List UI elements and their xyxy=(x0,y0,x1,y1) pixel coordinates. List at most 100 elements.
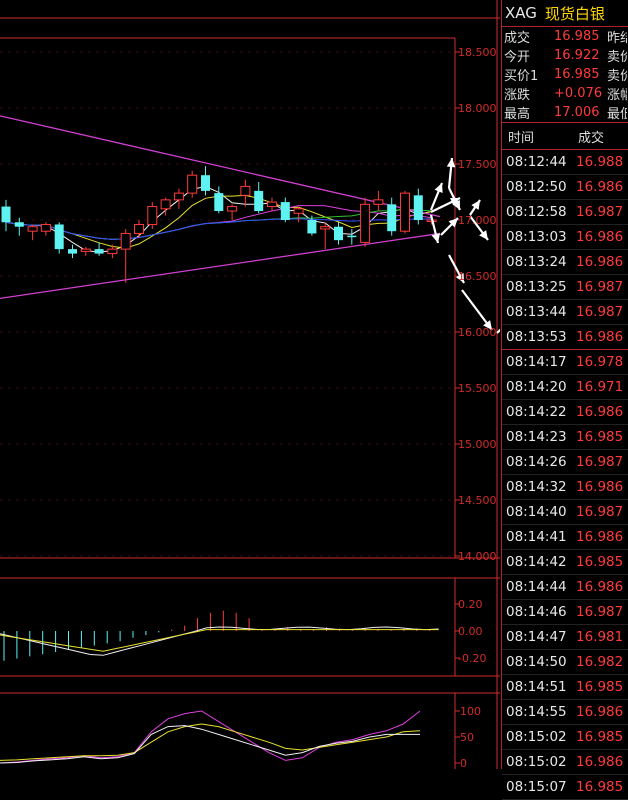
quote-value: 16.985 xyxy=(554,29,600,44)
tick-price: 16.986 xyxy=(576,579,624,595)
candle-body xyxy=(80,248,91,252)
candle-body xyxy=(334,226,343,241)
quote-right-label: 最低 xyxy=(607,107,627,122)
quote-label: 买价1 xyxy=(504,69,539,84)
tick-row[interactable]: 08:13:44 16.987 xyxy=(502,300,628,325)
quote-right-label: 涨幅 xyxy=(607,88,627,103)
tick-row[interactable]: 08:14:17 16.978 xyxy=(502,350,628,375)
tick-row[interactable]: 08:15:07 16.985 xyxy=(502,775,628,800)
tick-time: 08:15:07 xyxy=(506,779,567,795)
tick-row[interactable]: 08:15:02 16.985 xyxy=(502,725,628,750)
tick-time: 08:14:51 xyxy=(506,679,567,695)
tick-price: 16.985 xyxy=(576,679,624,695)
candle-body xyxy=(307,220,317,234)
tick-list[interactable]: 08:12:44 16.988 08:12:50 16.986 08:12:58 16.9… xyxy=(502,150,628,800)
tick-time: 08:14:41 xyxy=(506,529,567,545)
tick-row[interactable]: 08:14:50 16.982 xyxy=(502,650,628,675)
quote-panel: XAG 现货白银 成交 16.985 昨结 今开 16.922 卖价 买价1 16.985 卖价… xyxy=(501,0,628,800)
candle-body xyxy=(400,192,410,232)
candle-body xyxy=(267,201,277,208)
candle-body xyxy=(240,185,251,196)
quote-label: 最高 xyxy=(504,107,531,122)
tick-price: 16.978 xyxy=(576,354,624,370)
tick-price: 16.985 xyxy=(576,779,624,795)
tick-row[interactable]: 08:12:58 16.987 xyxy=(502,200,628,225)
tick-row[interactable]: 08:13:24 16.986 xyxy=(502,250,628,275)
candle-body xyxy=(68,249,77,254)
tick-row[interactable]: 08:12:44 16.988 xyxy=(502,150,628,175)
tick-row[interactable]: 08:14:55 16.986 xyxy=(502,700,628,725)
candle-body xyxy=(201,175,210,191)
tick-row[interactable]: 08:13:03 16.986 xyxy=(502,225,628,250)
tick-table-header: 时间 成交 xyxy=(502,122,628,150)
candle-body xyxy=(54,224,64,250)
tick-row[interactable]: 08:14:51 16.985 xyxy=(502,675,628,700)
tick-row[interactable]: 08:15:02 16.986 xyxy=(502,750,628,775)
y-tick-label: 18.000 xyxy=(458,102,497,115)
tick-row[interactable]: 08:14:40 16.987 xyxy=(502,500,628,525)
kdj-tick-label: 50 xyxy=(460,731,474,744)
tick-row[interactable]: 08:14:20 16.971 xyxy=(502,375,628,400)
quote-right-label: 昨结 xyxy=(607,31,627,46)
candle-body xyxy=(373,199,384,205)
tick-price: 16.981 xyxy=(576,629,624,645)
tick-row[interactable]: 08:14:22 16.986 xyxy=(502,400,628,425)
tick-row[interactable]: 08:14:32 16.986 xyxy=(502,475,628,500)
tick-price: 16.971 xyxy=(576,379,624,395)
candle-body xyxy=(27,226,38,232)
y-tick-label: 17.500 xyxy=(458,158,497,171)
candle-body xyxy=(387,204,397,232)
tick-time: 08:12:44 xyxy=(506,154,567,170)
candle-body xyxy=(360,203,371,243)
y-tick-label: 14.500 xyxy=(458,494,497,507)
candle-body xyxy=(254,190,264,212)
price-chart[interactable]: 18.500 18.000 17.500 17.000 16.500 16.000 15.5… xyxy=(0,0,500,769)
macd-tick-label: -0.20 xyxy=(458,652,486,665)
tick-price: 16.987 xyxy=(576,304,624,320)
tick-price: 16.986 xyxy=(576,404,624,420)
candle-body xyxy=(14,222,24,227)
candle-body xyxy=(94,249,104,254)
quote-value: 17.006 xyxy=(554,105,600,120)
quote-row: 涨跌 +0.076 涨幅 xyxy=(502,84,628,103)
quote-label: 涨跌 xyxy=(504,88,531,103)
quote-row: 成交 16.985 昨结 xyxy=(502,27,628,46)
candle-body xyxy=(187,174,198,194)
tick-time: 08:15:02 xyxy=(506,729,567,745)
tick-time: 08:13:44 xyxy=(506,304,567,320)
quote-label: 今开 xyxy=(504,50,531,65)
tick-time: 08:13:24 xyxy=(506,254,567,270)
tick-time: 08:13:53 xyxy=(506,329,567,345)
tick-row[interactable]: 08:13:25 16.987 xyxy=(502,275,628,300)
tick-price: 16.985 xyxy=(576,554,624,570)
tick-row[interactable]: 08:14:26 16.987 xyxy=(502,450,628,475)
tick-row[interactable]: 08:14:41 16.986 xyxy=(502,525,628,550)
candle-body xyxy=(120,232,131,250)
instrument-code: XAG xyxy=(505,4,537,22)
tick-row[interactable]: 08:14:42 16.985 xyxy=(502,550,628,575)
tick-price: 16.987 xyxy=(576,504,624,520)
candle-body xyxy=(107,248,118,255)
tick-time: 08:15:02 xyxy=(506,754,567,770)
candle-body xyxy=(214,193,224,212)
tick-row[interactable]: 08:14:44 16.986 xyxy=(502,575,628,600)
tick-price: 16.986 xyxy=(576,479,624,495)
tick-row[interactable]: 08:14:23 16.985 xyxy=(502,425,628,450)
tick-time: 08:14:44 xyxy=(506,579,567,595)
quote-label: 成交 xyxy=(504,31,531,46)
tick-time: 08:14:20 xyxy=(506,379,567,395)
y-tick-label: 17.000 xyxy=(458,214,497,227)
candle-body xyxy=(134,223,144,234)
tick-price: 16.986 xyxy=(576,529,624,545)
tick-row[interactable]: 08:12:50 16.986 xyxy=(502,175,628,200)
quote-right-label: 卖价 xyxy=(607,69,627,84)
tick-time: 08:12:58 xyxy=(506,204,567,220)
tick-row[interactable]: 08:14:46 16.987 xyxy=(502,600,628,625)
tick-row[interactable]: 08:14:47 16.981 xyxy=(502,625,628,650)
quote-summary: 成交 16.985 昨结 今开 16.922 卖价 买价1 16.985 卖价 涨跌 +0.076 涨… xyxy=(502,27,628,122)
price-column-header: 成交 xyxy=(578,130,605,146)
kdj-tick-label: 0 xyxy=(460,757,467,769)
tick-row[interactable]: 08:13:53 16.986 xyxy=(502,325,628,350)
instrument-name: 现货白银 xyxy=(544,4,605,23)
quote-value: 16.922 xyxy=(554,48,600,63)
